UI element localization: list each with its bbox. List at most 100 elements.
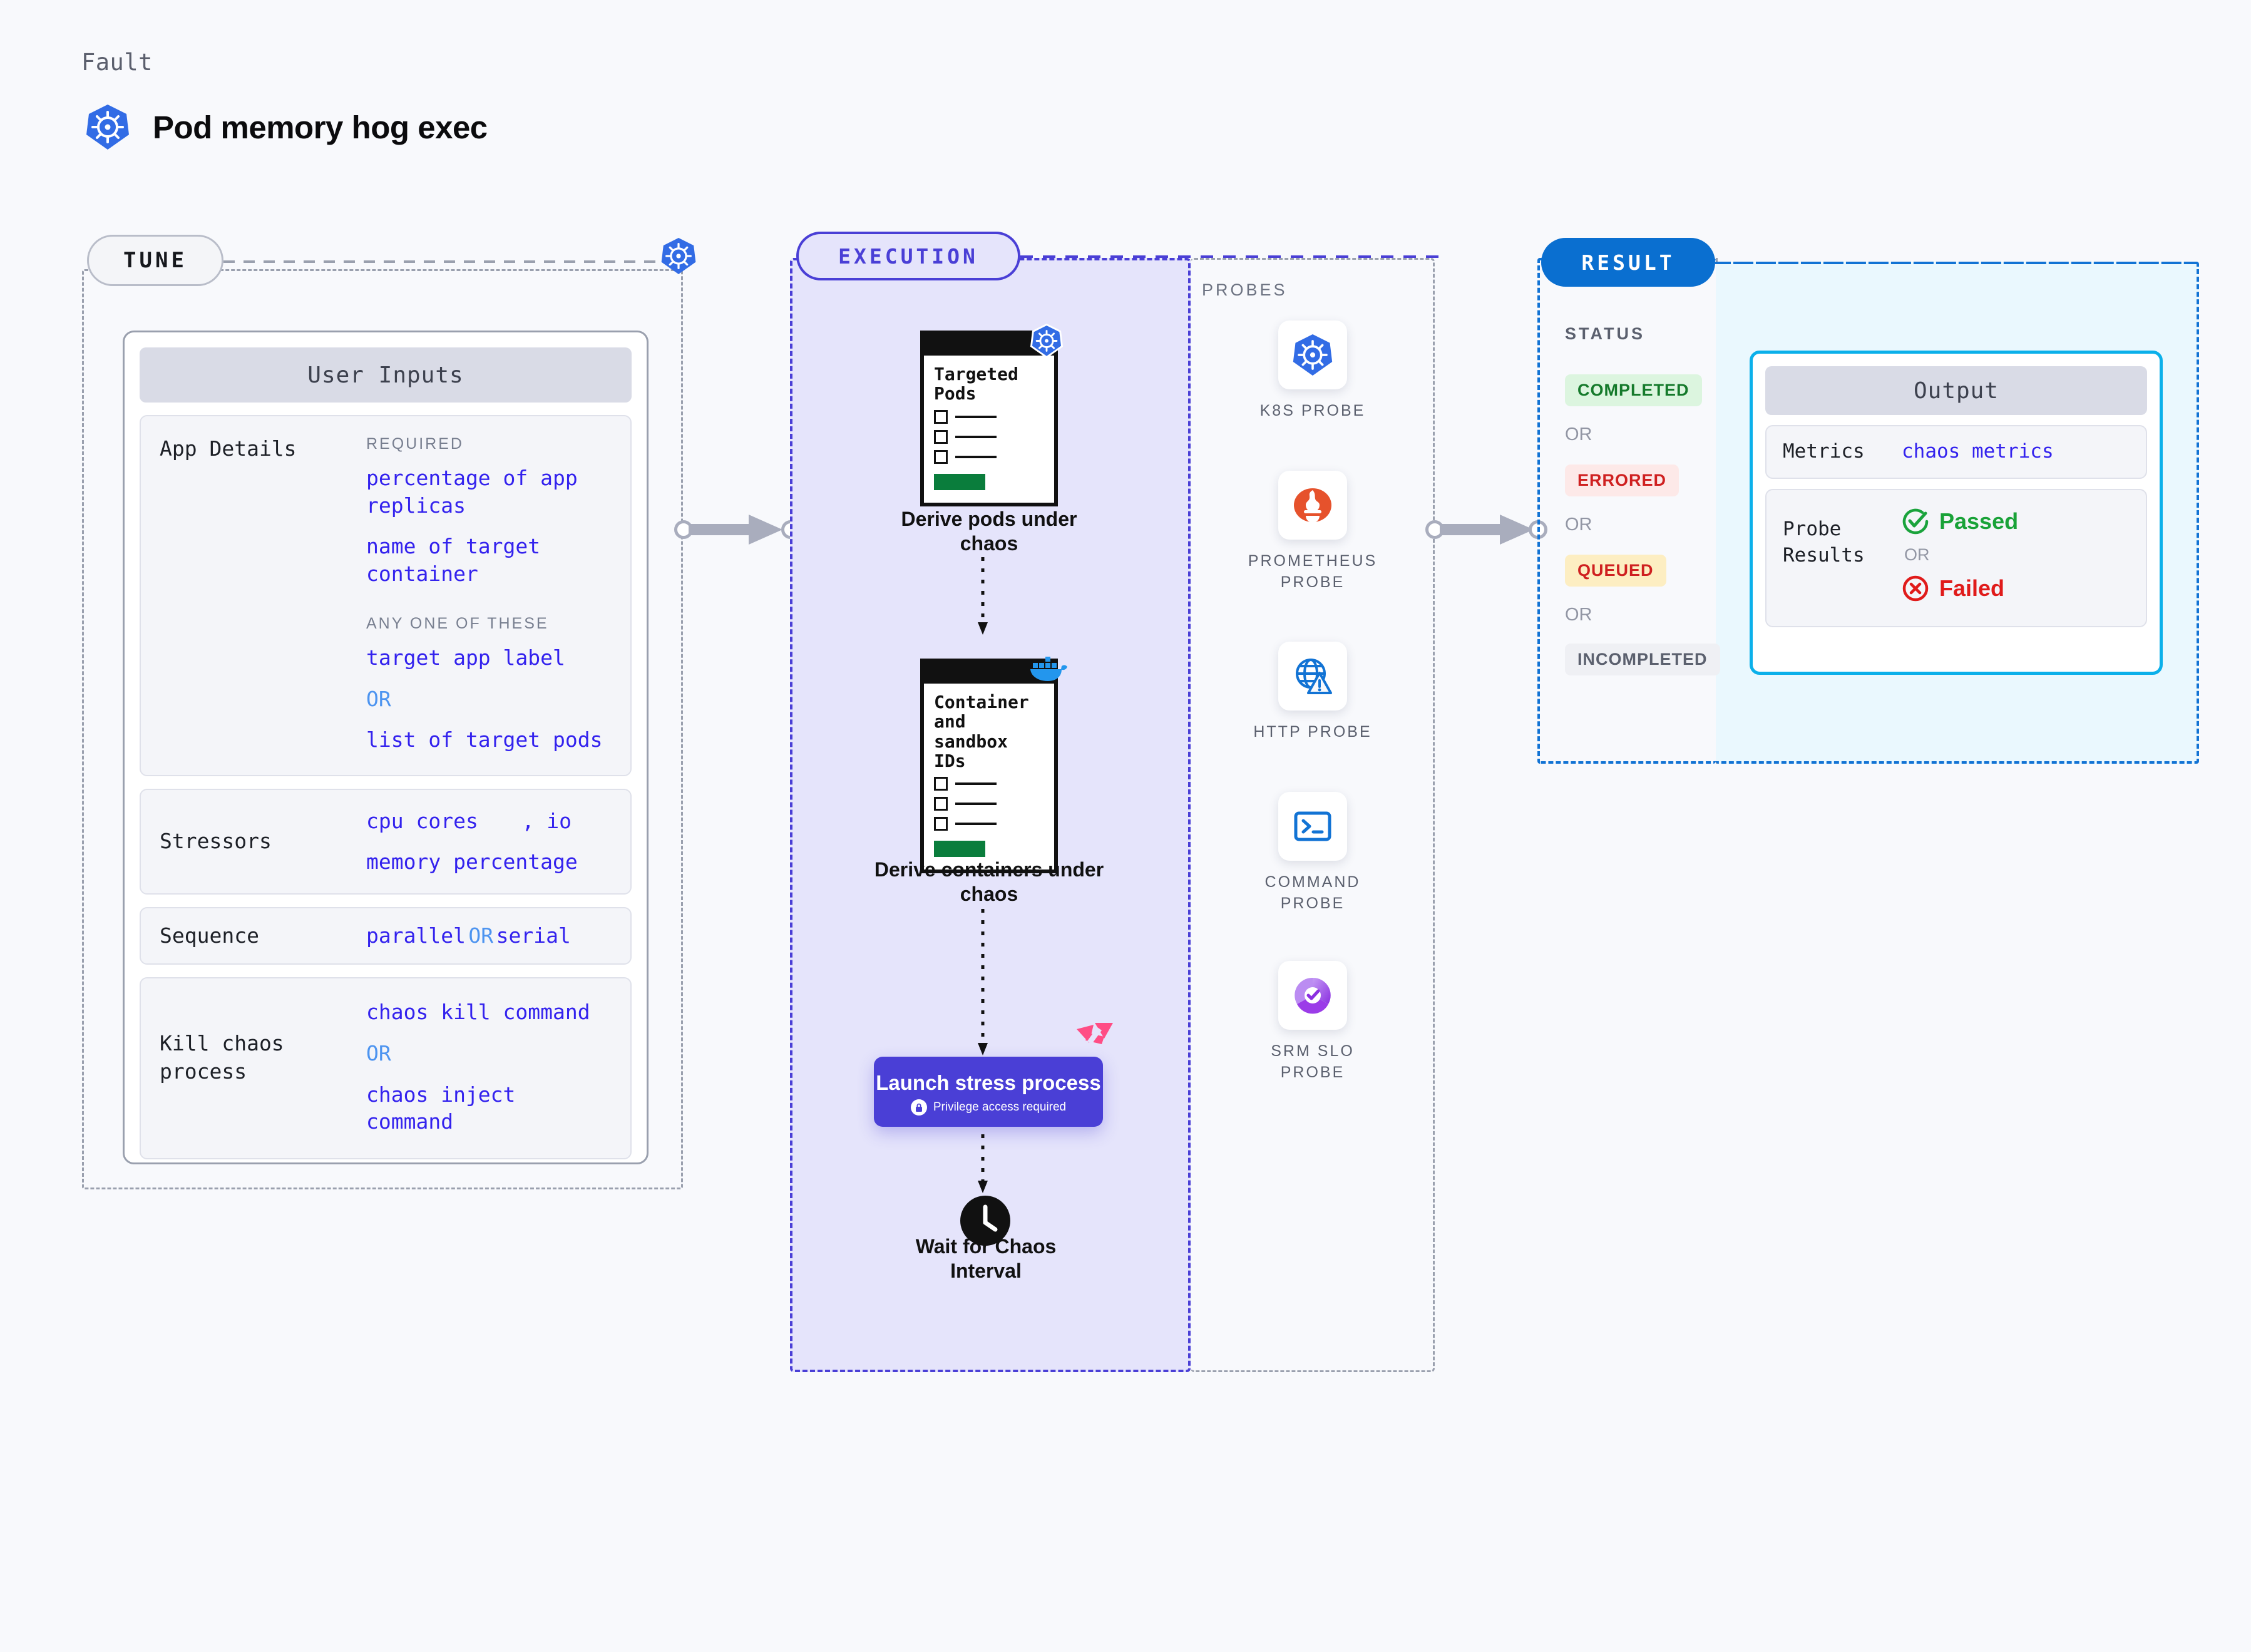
terminal-icon <box>1278 792 1347 861</box>
row-values-sequence: parallel OR serial <box>366 922 612 950</box>
row-label-sequence: Sequence <box>160 923 259 948</box>
kubernetes-icon <box>85 103 130 151</box>
page-title: Pod memory hog exec <box>153 109 488 145</box>
value-chaos-metrics: chaos metrics <box>1902 440 2054 463</box>
probe-failed-label: Failed <box>1939 575 2005 601</box>
probe-result-passed: Passed <box>1902 508 2130 535</box>
doc-checklist-line <box>934 817 1044 831</box>
flow-arrow-1 <box>978 557 988 635</box>
value-or-2: OR <box>468 923 494 948</box>
probe-item-k8s[interactable]: K8S PROBE <box>1238 321 1388 422</box>
row-sequence: Sequence parallel OR serial <box>140 906 632 965</box>
node-container-sandbox-ids: Container and sandbox IDs <box>920 659 1058 874</box>
status-badge-incompleted: INCOMPLETED <box>1565 644 1720 675</box>
row-values-app-details: REQUIRED percentage of app replicas name… <box>366 435 612 754</box>
status-or-2: OR <box>1565 515 1592 535</box>
row-label-stressors: Stressors <box>160 829 272 854</box>
value-memory-percentage: memory percentage <box>366 849 578 875</box>
probe-result-failed: Failed <box>1902 575 2130 602</box>
status-badge-errored: ERRORED <box>1565 464 1679 496</box>
privilege-notice: Privilege access required <box>910 1099 1067 1116</box>
value-chaos-inject-command: chaos inject command <box>366 1082 516 1134</box>
kubernetes-icon <box>1030 323 1064 359</box>
doc-progress-bar <box>934 841 985 858</box>
status-badge-queued: QUEUED <box>1565 555 1666 587</box>
probes-title: PROBES <box>1202 280 1288 299</box>
launch-stress-title: Launch stress process <box>876 1070 1101 1094</box>
probe-item-srm-slo[interactable]: SRM SLO PROBE <box>1238 961 1388 1084</box>
doc-progress-bar <box>934 473 985 490</box>
user-inputs-card: User Inputs App Details REQUIRED percent… <box>123 331 649 1164</box>
row-label-metrics: Metrics <box>1783 440 1865 463</box>
launch-stress-process-node[interactable]: Launch stress process Privilege access r… <box>874 1057 1103 1127</box>
docker-icon <box>1029 654 1068 684</box>
diagram-canvas: Fault Pod memory hog exec TUNE User Inpu… <box>0 0 2251 1652</box>
doc-checklist-line <box>934 777 1044 791</box>
doc-checklist-line <box>934 429 1044 444</box>
srm-slo-icon <box>1278 961 1347 1030</box>
status-or-3: OR <box>1565 605 1592 625</box>
tune-badge-connector <box>223 260 655 263</box>
probe-item-prometheus[interactable]: PROMETHEUS PROBE <box>1238 471 1388 593</box>
caption-wait-for-chaos: Wait for Chaos Interval <box>915 1235 1057 1283</box>
status-label: STATUS <box>1565 324 1645 343</box>
doc-title-targeted-pods: Targeted Pods <box>934 364 1018 404</box>
value-parallel: parallel <box>366 923 466 948</box>
fault-title-row: Pod memory hog exec <box>85 103 488 151</box>
result-badge[interactable]: RESULT <box>1541 238 1715 287</box>
probe-item-command[interactable]: COMMAND PROBE <box>1238 792 1388 915</box>
caption-derive-pods: Derive pods under chaos <box>901 508 1077 555</box>
harness-icon <box>1077 1023 1113 1054</box>
result-badge-connector <box>1715 262 2197 264</box>
value-io: , io <box>521 808 572 833</box>
kubernetes-icon <box>660 237 697 275</box>
row-stressors: Stressors cpu cores , io memory percenta… <box>140 788 632 895</box>
value-cpu-cores: cpu cores <box>366 808 478 833</box>
tune-badge[interactable]: TUNE <box>87 235 223 286</box>
probe-label-prometheus: PROMETHEUS PROBE <box>1248 552 1378 591</box>
row-probe-results: Probe Results Passed OR Failed <box>1765 488 2147 627</box>
output-title: Output <box>1765 366 2147 415</box>
row-label-kill-chaos: Kill chaos process <box>160 1031 284 1084</box>
check-circle-icon <box>1902 508 1929 535</box>
row-label-app-details: App Details <box>160 436 297 461</box>
row-values-stressors: cpu cores , io memory percentage <box>366 808 612 876</box>
caption-derive-containers: Derive containers under chaos <box>874 858 1104 906</box>
kubernetes-icon <box>1278 321 1347 389</box>
x-circle-icon <box>1902 575 1929 602</box>
prometheus-icon <box>1278 471 1347 540</box>
probe-label-k8s: K8S PROBE <box>1259 402 1366 419</box>
user-inputs-title: User Inputs <box>140 347 632 403</box>
doc-checklist-line <box>934 797 1044 811</box>
probe-label-srm-slo: SRM SLO PROBE <box>1271 1042 1355 1081</box>
probe-passed-label: Passed <box>1939 508 2019 534</box>
value-percentage-replicas: percentage of app replicas <box>366 466 578 518</box>
fault-eyebrow: Fault <box>81 49 153 76</box>
status-badge-completed: COMPLETED <box>1565 374 1702 406</box>
execution-badge-connector <box>1020 255 1441 258</box>
privilege-text: Privilege access required <box>933 1100 1067 1114</box>
execution-badge[interactable]: EXECUTION <box>796 232 1020 280</box>
value-target-app-label: target app label <box>366 645 565 670</box>
value-target-container: name of target container <box>366 534 541 586</box>
lock-icon <box>910 1099 927 1116</box>
value-or-1: OR <box>366 686 391 711</box>
flow-arrow-2 <box>978 909 988 1055</box>
doc-title-container-ids: Container and sandbox IDs <box>934 692 1029 772</box>
value-or-3: OR <box>366 1041 391 1066</box>
row-kill-chaos-process: Kill chaos process chaos kill command OR… <box>140 977 632 1159</box>
row-values-kill-chaos: chaos kill command OR chaos inject comma… <box>366 998 612 1135</box>
row-label-probe-results: Probe Results <box>1783 517 1865 567</box>
http-globe-icon <box>1278 642 1347 711</box>
probe-label-http: HTTP PROBE <box>1253 723 1372 741</box>
status-or-1: OR <box>1565 424 1592 444</box>
doc-checklist-line <box>934 449 1044 464</box>
doc-checklist-line <box>934 409 1044 424</box>
probe-item-http[interactable]: HTTP PROBE <box>1238 642 1388 743</box>
flow-arrow-3 <box>978 1134 988 1193</box>
row-metrics: Metrics chaos metrics <box>1765 425 2147 479</box>
probe-label-command: COMMAND PROBE <box>1264 873 1361 912</box>
row-app-details: App Details REQUIRED percentage of app r… <box>140 415 632 776</box>
value-serial: serial <box>496 923 571 948</box>
value-list-target-pods: list of target pods <box>366 727 603 752</box>
